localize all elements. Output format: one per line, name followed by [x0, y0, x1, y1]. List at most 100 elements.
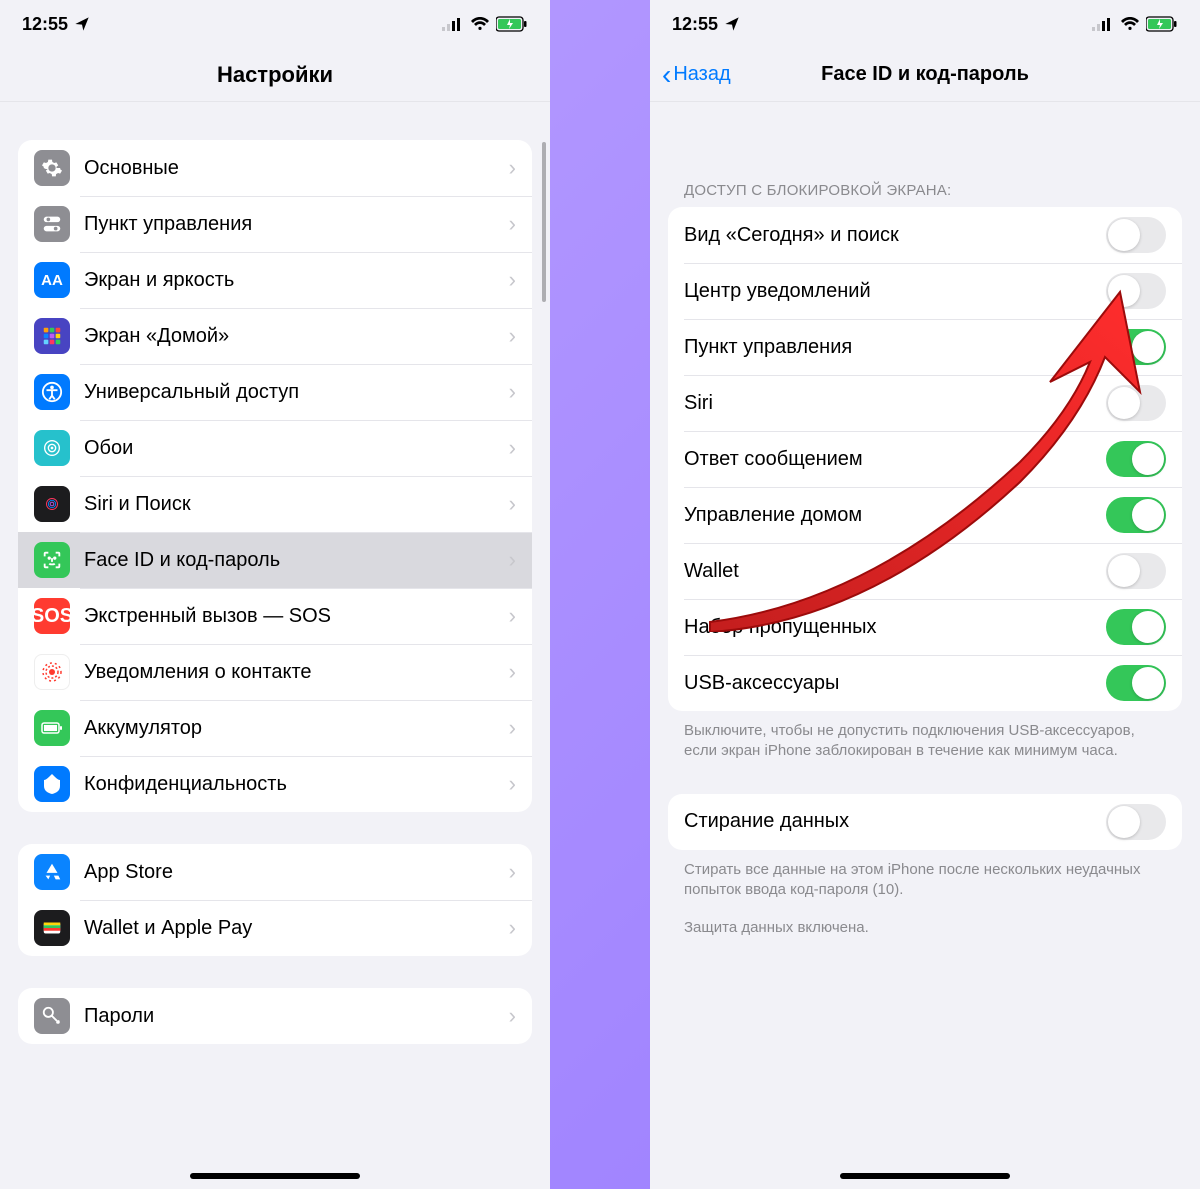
location-icon: [74, 16, 90, 32]
row-today-view[interactable]: Вид «Сегодня» и поиск: [668, 207, 1182, 263]
chevron-left-icon: ‹: [662, 61, 671, 89]
row-accessibility[interactable]: Универсальный доступ ›: [18, 364, 532, 420]
scrollbar[interactable]: [542, 142, 546, 302]
row-wallet[interactable]: Wallet и Apple Pay ›: [18, 900, 532, 956]
row-label: Аккумулятор: [84, 717, 509, 740]
control-center-icon: [34, 206, 70, 242]
wifi-icon: [470, 17, 490, 31]
gear-icon: [34, 150, 70, 186]
row-label: Стирание данных: [684, 810, 1106, 833]
toggle-erase-data[interactable]: [1106, 804, 1166, 840]
row-sos[interactable]: SOS Экстренный вызов — SOS ›: [18, 588, 532, 644]
row-siri[interactable]: Siri и Поиск ›: [18, 476, 532, 532]
row-appstore[interactable]: App Store ›: [18, 844, 532, 900]
erase-footer-2: Защита данных включена.: [684, 918, 1166, 938]
toggle-today-view[interactable]: [1106, 217, 1166, 253]
row-control-center[interactable]: Пункт управления: [668, 319, 1182, 375]
chevron-right-icon: ›: [509, 859, 516, 885]
chevron-right-icon: ›: [509, 267, 516, 293]
toggle-home-control[interactable]: [1106, 497, 1166, 533]
row-home-control[interactable]: Управление домом: [668, 487, 1182, 543]
usb-footer: Выключите, чтобы не допустить подключени…: [684, 721, 1166, 762]
sos-icon: SOS: [34, 598, 70, 634]
row-label: Face ID и код-пароль: [84, 549, 509, 572]
row-label: USB-аксессуары: [684, 672, 1106, 695]
location-icon: [724, 16, 740, 32]
row-exposure[interactable]: Уведомления о контакте ›: [18, 644, 532, 700]
wifi-icon: [1120, 17, 1140, 31]
row-general[interactable]: Основные ›: [18, 140, 532, 196]
display-icon: AA: [34, 262, 70, 298]
chevron-right-icon: ›: [509, 915, 516, 941]
toggle-return-missed[interactable]: [1106, 609, 1166, 645]
nav-header: Настройки: [0, 48, 550, 102]
chevron-right-icon: ›: [509, 771, 516, 797]
chevron-right-icon: ›: [509, 659, 516, 685]
row-label: Экран «Домой»: [84, 325, 509, 348]
row-reply-message[interactable]: Ответ сообщением: [668, 431, 1182, 487]
toggle-control-center[interactable]: [1106, 329, 1166, 365]
privacy-icon: [34, 766, 70, 802]
row-wallet[interactable]: Wallet: [668, 543, 1182, 599]
status-bar: 12:55: [650, 0, 1200, 48]
section-header: ДОСТУП С БЛОКИРОВКОЙ ЭКРАНА:: [684, 182, 1166, 199]
key-icon: [34, 998, 70, 1034]
settings-group-3-peek: Пароли ›: [18, 988, 532, 1044]
row-passwords[interactable]: Пароли ›: [18, 988, 532, 1044]
toggle-notification-center[interactable]: [1106, 273, 1166, 309]
erase-group: Стирание данных: [668, 794, 1182, 850]
row-battery[interactable]: Аккумулятор ›: [18, 700, 532, 756]
row-usb[interactable]: USB-аксессуары: [668, 655, 1182, 711]
row-home-screen[interactable]: Экран «Домой» ›: [18, 308, 532, 364]
row-label: Пункт управления: [684, 336, 1106, 359]
toggle-usb[interactable]: [1106, 665, 1166, 701]
row-privacy[interactable]: Конфиденциальность ›: [18, 756, 532, 812]
battery-icon: [1146, 16, 1178, 32]
row-control-center[interactable]: Пункт управления ›: [18, 196, 532, 252]
erase-footer-1: Стирать все данные на этом iPhone после …: [684, 860, 1166, 901]
row-erase-data[interactable]: Стирание данных: [668, 794, 1182, 850]
toggle-reply-message[interactable]: [1106, 441, 1166, 477]
row-label: Конфиденциальность: [84, 773, 509, 796]
row-return-missed[interactable]: Набор пропущенных: [668, 599, 1182, 655]
row-wallpaper[interactable]: Обои ›: [18, 420, 532, 476]
row-siri[interactable]: Siri: [668, 375, 1182, 431]
status-time: 12:55: [22, 14, 68, 35]
page-title: Настройки: [217, 62, 333, 88]
row-notification-center[interactable]: Центр уведомлений: [668, 263, 1182, 319]
chevron-right-icon: ›: [509, 715, 516, 741]
chevron-right-icon: ›: [509, 491, 516, 517]
row-label: Ответ сообщением: [684, 448, 1106, 471]
row-faceid[interactable]: Face ID и код-пароль ›: [18, 532, 532, 588]
row-label: Wallet: [684, 560, 1106, 583]
back-label: Назад: [673, 63, 730, 86]
home-indicator[interactable]: [190, 1173, 360, 1179]
back-button[interactable]: ‹ Назад: [662, 48, 731, 101]
battery-icon: [34, 710, 70, 746]
wallet-icon: [34, 910, 70, 946]
row-label: Экран и яркость: [84, 269, 509, 292]
toggle-siri[interactable]: [1106, 385, 1166, 421]
chevron-right-icon: ›: [509, 435, 516, 461]
row-label: Siri и Поиск: [84, 493, 509, 516]
chevron-right-icon: ›: [509, 379, 516, 405]
chevron-right-icon: ›: [509, 1003, 516, 1029]
toggle-wallet[interactable]: [1106, 553, 1166, 589]
row-label: Центр уведомлений: [684, 280, 1106, 303]
chevron-right-icon: ›: [509, 603, 516, 629]
row-label: Wallet и Apple Pay: [84, 917, 509, 940]
row-label: Универсальный доступ: [84, 381, 509, 404]
exposure-icon: [34, 654, 70, 690]
row-label: Пароли: [84, 1005, 509, 1028]
cellular-icon: [442, 17, 464, 31]
settings-group-1: Основные › Пункт управления › AA Экран и…: [18, 140, 532, 812]
row-label: Siri: [684, 392, 1106, 415]
cellular-icon: [1092, 17, 1114, 31]
wallpaper-icon: [34, 430, 70, 466]
home-screen-icon: [34, 318, 70, 354]
row-display[interactable]: AA Экран и яркость ›: [18, 252, 532, 308]
home-indicator[interactable]: [840, 1173, 1010, 1179]
row-label: Обои: [84, 437, 509, 460]
row-label: Управление домом: [684, 504, 1106, 527]
status-time: 12:55: [672, 14, 718, 35]
